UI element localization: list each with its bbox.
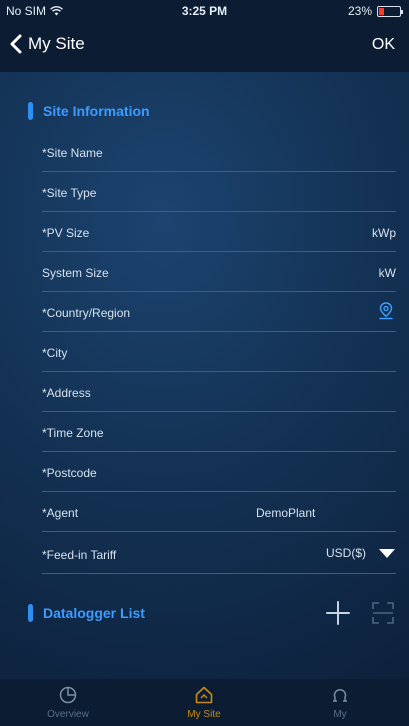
battery-level xyxy=(379,7,384,15)
site-type-label: *Site Type xyxy=(42,186,97,200)
datalogger-list-title: Datalogger List xyxy=(43,605,145,621)
city-field[interactable]: *City xyxy=(42,332,396,372)
time-zone-label: *Time Zone xyxy=(42,426,104,440)
feed-in-tariff-field[interactable]: *Feed-in Tariff USD($) xyxy=(42,534,396,574)
site-information-title: Site Information xyxy=(43,103,150,119)
agent-label: *Agent xyxy=(42,506,79,520)
feed-in-tariff-label: *Feed-in Tariff xyxy=(42,548,117,562)
country-region-label: *Country/Region xyxy=(42,306,131,320)
tab-overview[interactable]: Overview xyxy=(0,679,136,726)
site-type-field[interactable]: *Site Type xyxy=(42,172,396,212)
chevron-left-icon xyxy=(10,34,22,54)
datalogger-list-header: Datalogger List xyxy=(28,604,145,622)
address-field[interactable]: *Address xyxy=(42,372,396,412)
site-name-label: *Site Name xyxy=(42,146,103,160)
currency-value: USD($) xyxy=(325,546,366,560)
battery-percent: 23% xyxy=(347,4,372,18)
pv-size-field[interactable]: *PV Size kWp xyxy=(42,212,396,252)
status-right: 23% xyxy=(347,4,403,18)
plus-icon[interactable] xyxy=(325,600,351,626)
home-icon xyxy=(195,686,213,704)
tab-my[interactable]: My xyxy=(272,679,408,726)
overview-icon xyxy=(59,686,77,704)
postcode-label: *Postcode xyxy=(42,466,97,480)
battery-icon xyxy=(377,5,403,17)
time-zone-field[interactable]: *Time Zone xyxy=(42,412,396,452)
back-label: My Site xyxy=(28,34,85,53)
site-information-header: Site Information xyxy=(28,102,150,120)
city-label: *City xyxy=(42,346,68,360)
my-site-screen: No SIM 3:25 PM 23% My Site OK Site Infor… xyxy=(0,0,409,726)
system-size-unit: kW xyxy=(378,266,396,280)
scan-icon[interactable] xyxy=(371,601,395,625)
address-label: *Address xyxy=(42,386,91,400)
country-region-field[interactable]: *Country/Region xyxy=(42,292,396,332)
tab-bar: Overview My Site My xyxy=(0,679,409,726)
ok-button[interactable]: OK xyxy=(372,36,395,54)
tab-my-site[interactable]: My Site xyxy=(136,679,272,726)
pv-size-unit: kWp xyxy=(372,226,396,240)
user-icon xyxy=(333,688,347,702)
tab-overview-label: Overview xyxy=(47,709,89,720)
section-marker xyxy=(28,604,33,622)
currency-select[interactable]: USD($) xyxy=(326,546,396,560)
site-name-field[interactable]: *Site Name xyxy=(42,132,396,172)
system-size-field[interactable]: System Size kW xyxy=(42,252,396,292)
triangle-down-icon xyxy=(379,548,395,558)
status-bar: No SIM 3:25 PM 23% xyxy=(0,0,409,22)
tab-my-site-label: My Site xyxy=(187,709,221,720)
datalogger-actions xyxy=(325,600,395,626)
agent-value: DemoPlant xyxy=(256,506,316,520)
system-size-label: System Size xyxy=(42,266,109,280)
section-marker xyxy=(28,102,33,120)
nav-bar: My Site OK xyxy=(0,22,409,72)
pv-size-label: *PV Size xyxy=(42,226,90,240)
back-button[interactable]: My Site xyxy=(10,34,85,54)
postcode-field[interactable]: *Postcode xyxy=(42,452,396,492)
agent-field[interactable]: *Agent DemoPlant xyxy=(42,492,396,532)
tab-my-label: My xyxy=(333,709,347,720)
location-pin-icon[interactable] xyxy=(378,302,394,320)
